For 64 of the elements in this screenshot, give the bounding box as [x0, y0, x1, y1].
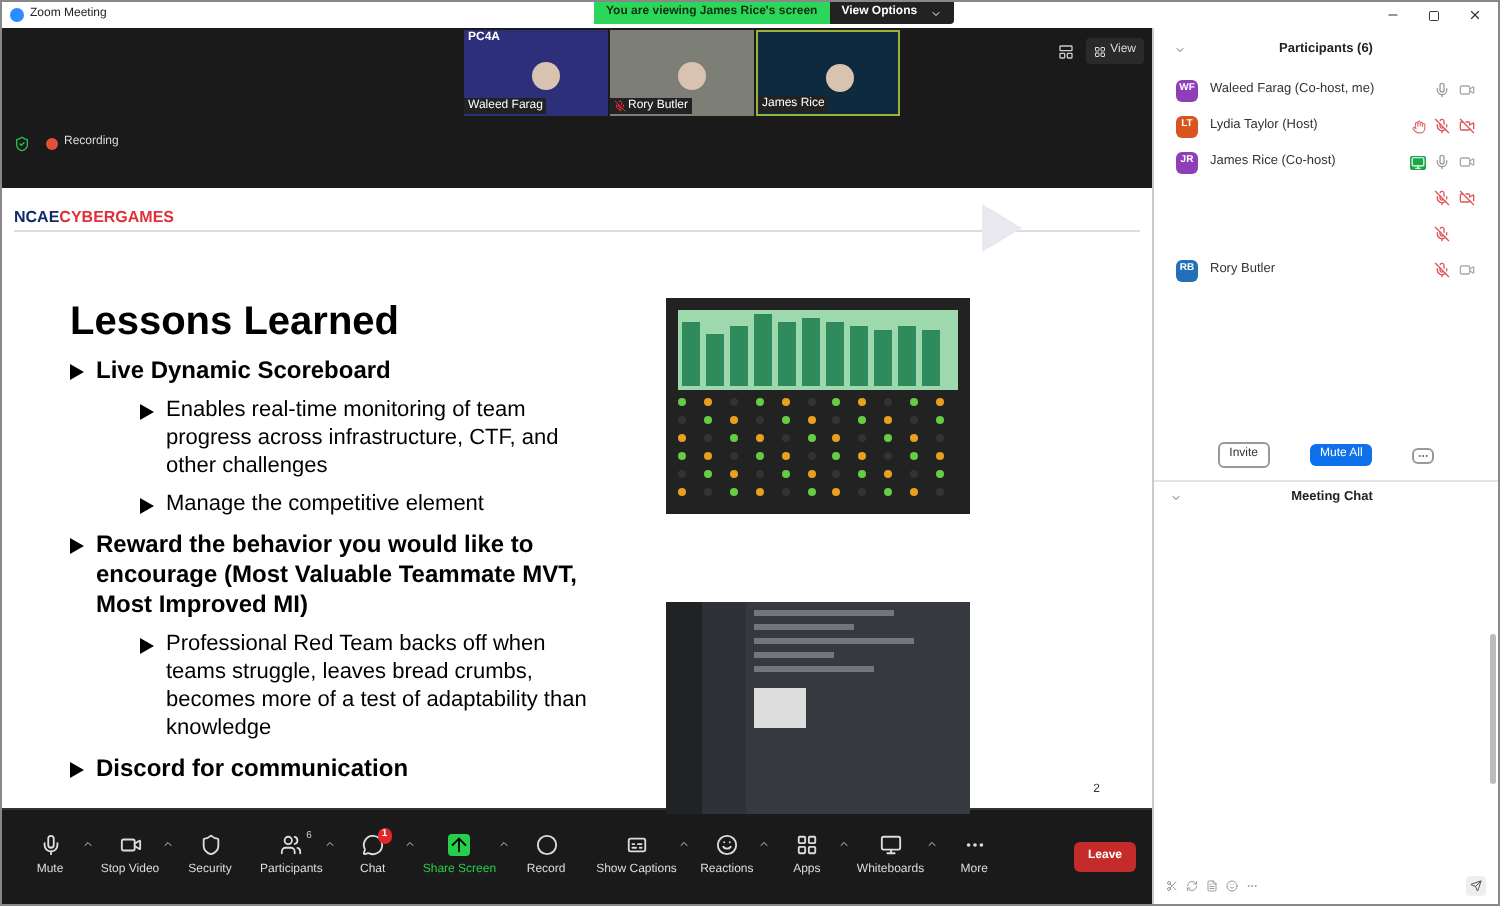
- microphone-icon[interactable]: [1434, 154, 1450, 170]
- arrow-up-icon: [448, 834, 471, 856]
- caret-icon[interactable]: [404, 838, 417, 850]
- shield-icon: [199, 834, 221, 856]
- video-off-icon[interactable]: [1458, 118, 1476, 134]
- sub-bullet-text: Enables real-time monitoring of team progress across infrastructure, CTF, and other challenges: [166, 396, 561, 480]
- layout-icon[interactable]: [1058, 43, 1075, 59]
- record-circle-icon: [535, 834, 558, 856]
- grid-icon: [795, 834, 818, 856]
- maximize-icon[interactable]: [1428, 9, 1440, 21]
- captions-icon: [625, 834, 648, 856]
- send-button[interactable]: [1466, 876, 1486, 896]
- microphone-icon: [39, 834, 61, 856]
- video-camera-icon[interactable]: [1458, 262, 1476, 278]
- refresh-icon[interactable]: [1186, 880, 1198, 892]
- muted-mic-icon[interactable]: [1434, 226, 1450, 242]
- caret-icon[interactable]: [162, 838, 174, 850]
- caret-icon[interactable]: [838, 838, 851, 850]
- play-triangle-icon: [982, 204, 1022, 252]
- monitor-icon: [879, 834, 902, 856]
- slide-title: Lessons Learned: [70, 300, 402, 344]
- grid-icon: [1094, 45, 1107, 57]
- video-off-icon[interactable]: [1458, 190, 1476, 206]
- caret-icon: [929, 7, 942, 19]
- sub-bullet-text: Manage the competitive element: [166, 490, 484, 518]
- close-icon[interactable]: [1468, 8, 1482, 22]
- video-camera-icon[interactable]: [1458, 82, 1476, 98]
- smiley-icon: [715, 834, 738, 856]
- muted-mic-icon[interactable]: [1434, 118, 1450, 134]
- arrow-bullet-icon: [70, 364, 84, 380]
- bullet-text: Live Dynamic Scoreboard: [96, 356, 391, 386]
- muted-mic-icon[interactable]: [1434, 262, 1450, 278]
- collapse-icon[interactable]: [1174, 44, 1186, 56]
- caret-icon[interactable]: [678, 838, 691, 850]
- video-camera-icon: [119, 834, 141, 856]
- shield-check-icon: [14, 135, 30, 151]
- caret-icon[interactable]: [926, 838, 939, 850]
- muted-mic-icon[interactable]: [1434, 190, 1450, 206]
- speech-bubble-icon: [361, 834, 384, 856]
- people-icon: [280, 834, 303, 856]
- file-icon[interactable]: [1206, 880, 1218, 892]
- minimize-icon[interactable]: [1386, 8, 1400, 22]
- ncae-logo-text: NCAE: [14, 206, 60, 230]
- arrow-bullet-icon: [70, 538, 84, 554]
- caret-icon[interactable]: [324, 838, 337, 850]
- more-button[interactable]: [1412, 447, 1435, 463]
- caret-icon[interactable]: [82, 838, 94, 850]
- microphone-icon[interactable]: [1434, 82, 1450, 98]
- arrow-bullet-icon: [140, 638, 154, 654]
- arrow-bullet-icon: [140, 498, 154, 514]
- caret-icon[interactable]: [498, 838, 511, 850]
- smiley-icon[interactable]: [1226, 880, 1238, 892]
- scissors-icon[interactable]: [1166, 880, 1178, 892]
- bullet-text: Discord for communication: [96, 754, 409, 784]
- sub-bullet-text: Professional Red Team backs off when teams struggle, leaves bread crumbs, becomes more of a test of adaptability than knowledge: [166, 630, 589, 742]
- arrow-bullet-icon: [140, 404, 154, 420]
- zoom-logo-icon: [10, 8, 24, 22]
- cybergames-logo-text: CYBERGAMES: [59, 206, 175, 230]
- bullet-text: Reward the behavior you would like to encourage (Most Valuable Teammate MVT, Most Improved MI): [96, 530, 580, 620]
- arrow-bullet-icon: [70, 762, 84, 778]
- send-icon: [1470, 880, 1482, 892]
- caret-icon[interactable]: [758, 838, 771, 850]
- video-camera-icon[interactable]: [1458, 154, 1476, 170]
- collapse-icon[interactable]: [1170, 492, 1182, 504]
